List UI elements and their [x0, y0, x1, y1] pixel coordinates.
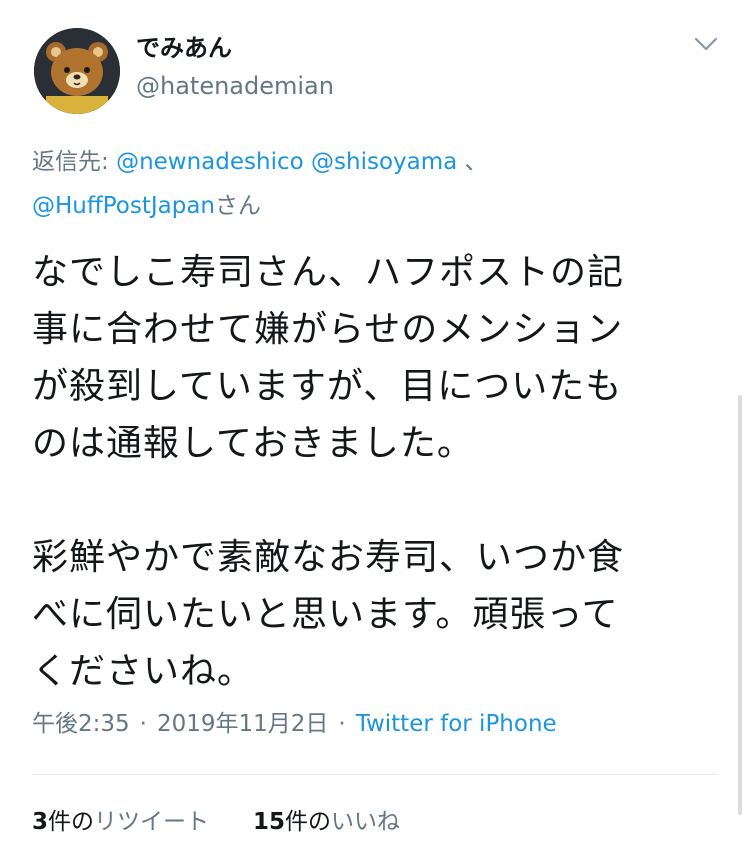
- tweet-text-line: が殺到していますが、目についたも: [32, 366, 623, 407]
- reply-suffix: さん: [215, 193, 261, 219]
- tweet-text-line: 事に合わせて嫌がらせのメンション: [32, 309, 624, 350]
- tweet-text-line: べに伺いたいと思います。頑張って: [32, 594, 619, 635]
- meta-separator: ·: [338, 711, 346, 737]
- tweet-date[interactable]: 2019年11月2日: [157, 711, 328, 737]
- meta-separator: ·: [139, 711, 147, 737]
- mention-link[interactable]: @shisoyama: [311, 149, 457, 175]
- tweet-text-line: 彩鮮やかで素敵なお寿司、いつか食: [32, 537, 625, 578]
- tweet-time[interactable]: 午後2:35: [32, 711, 130, 737]
- divider: [32, 774, 718, 775]
- tweet-text-line: なでしこ寿司さん、ハフポストの記: [32, 252, 625, 293]
- tweet-meta: 午後2:35 · 2019年11月2日 · Twitter for iPhone: [32, 708, 557, 740]
- tweet-text-line: のは通報しておきました。: [32, 423, 474, 464]
- tweet-text: なでしこ寿司さん、ハフポストの記 事に合わせて嫌がらせのメンション が殺到してい…: [32, 244, 722, 700]
- scrollbar[interactable]: [738, 395, 742, 815]
- mention-link[interactable]: @newnadeshico: [116, 149, 304, 175]
- reply-prefix: 返信先:: [32, 149, 117, 175]
- tweet-card: でみあん @hatenademian 返信先: @newnadeshico @s…: [0, 0, 749, 867]
- tweet-stats: 3件のリツイート 15件のいいね: [32, 806, 444, 838]
- tweet-source-link[interactable]: Twitter for iPhone: [356, 711, 557, 737]
- retweets-stat[interactable]: 3件のリツイート: [32, 809, 209, 835]
- likes-unit: 件の: [285, 809, 332, 835]
- avatar[interactable]: [34, 28, 120, 114]
- bear-avatar-icon: [34, 28, 120, 114]
- user-handle[interactable]: @hatenademian: [136, 72, 334, 100]
- retweets-label: リツイート: [94, 809, 210, 835]
- retweets-unit: 件の: [48, 809, 95, 835]
- display-name[interactable]: でみあん: [136, 34, 232, 62]
- chevron-down-icon[interactable]: [690, 30, 722, 58]
- reply-comma: 、: [457, 149, 488, 175]
- mention-link[interactable]: @HuffPostJapan: [32, 193, 215, 219]
- likes-count: 15: [253, 809, 286, 835]
- likes-stat[interactable]: 15件のいいね: [253, 809, 400, 835]
- retweets-count: 3: [32, 809, 49, 835]
- likes-label: いいね: [331, 809, 401, 835]
- reply-context: 返信先: @newnadeshico @shisoyama 、 @HuffPos…: [32, 140, 722, 228]
- tweet-text-line: くださいね。: [32, 651, 255, 692]
